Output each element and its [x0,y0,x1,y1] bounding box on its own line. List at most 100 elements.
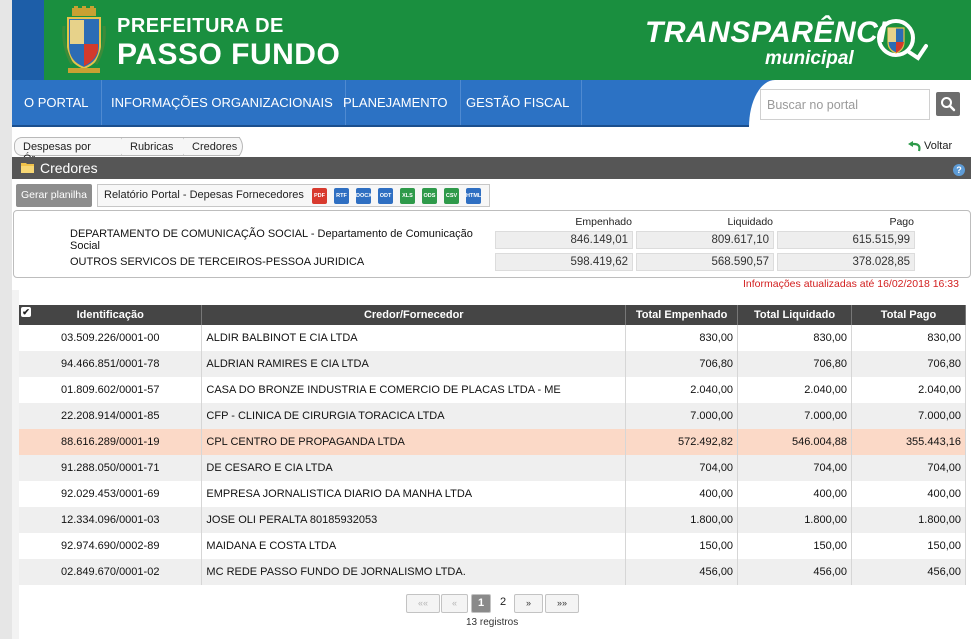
table-row[interactable]: 91.288.050/0001-71 DE CESARO E CIA LTDA … [19,455,966,481]
xls-export-icon[interactable]: XLS [400,188,415,204]
magnifier-crest-icon [877,19,928,61]
csv-export-icon[interactable]: CSV [444,188,459,204]
table-row[interactable]: 12.334.096/0001-03 JOSE OLI PERALTA 8018… [19,507,966,533]
summary-value-liquidado: 809.617,10 [636,231,774,249]
back-link[interactable]: Voltar [924,140,952,152]
cell-name: EMPRESA JORNALISTICA DIARIO DA MANHA LTD… [201,481,627,507]
back-arrow-icon[interactable] [908,141,922,153]
cell-pago: 456,00 [851,559,966,585]
left-margin-strip [0,0,12,639]
cell-empenhado: 704,00 [625,455,739,481]
nav-item-informacoes-organizacionais[interactable]: INFORMAÇÕES ORGANIZACIONAIS [99,80,346,125]
cell-liquidado: 546.004,88 [737,429,853,455]
table-row[interactable]: 01.809.602/0001-57 CASA DO BRONZE INDUST… [19,377,966,403]
summary-value-liquidado: 568.590,57 [636,253,774,271]
cell-pago: 150,00 [851,533,966,559]
summary-value-empenhado: 598.419,62 [495,253,633,271]
cell-empenhado: 1.800,00 [625,507,739,533]
pdf-export-icon[interactable]: PDF [312,188,327,204]
table-row[interactable]: 92.974.690/0002-89 MAIDANA E COSTA LTDA … [19,533,966,559]
table-row-highlighted[interactable]: 88.616.289/0001-19 CPL CENTRO DE PROPAGA… [19,429,966,455]
cell-id: 22.208.914/0001-85 [19,403,203,429]
cell-pago: 830,00 [851,325,966,351]
table-row[interactable]: 22.208.914/0001-85 CFP - CLINICA DE CIRU… [19,403,966,429]
cell-empenhado: 456,00 [625,559,739,585]
folder-icon [21,163,34,173]
pagination-next-button[interactable]: » [514,594,543,613]
summary-value-empenhado: 846.149,01 [495,231,633,249]
summary-row-label: OUTROS SERVICOS DE TERCEIROS-PESSOA JURI… [70,256,365,268]
summary-value-pago: 378.028,85 [777,253,915,271]
cell-id: 12.334.096/0001-03 [19,507,203,533]
breadcrumb-separator [239,137,243,156]
ods-export-icon[interactable]: ODS [422,188,437,204]
cell-name: ALDRIAN RAMIRES E CIA LTDA [201,351,627,377]
pagination-first-button[interactable]: «« [406,594,440,613]
breadcrumb-item-despesas[interactable]: Despesas por Ór... [14,137,122,165]
nav-item-planejamento[interactable]: PLANEJAMENTO [331,80,461,125]
cell-empenhado: 572.492,82 [625,429,739,455]
cell-empenhado: 150,00 [625,533,739,559]
docx-export-icon[interactable]: DOCX [356,188,371,204]
column-header-total-empenhado[interactable]: Total Empenhado [625,305,739,325]
pagination-prev-button[interactable]: « [441,594,468,613]
html-export-icon[interactable]: HTML [466,188,481,204]
summary-header-pago: Pago [889,216,914,228]
cell-id: 94.466.851/0001-78 [19,351,203,377]
cell-name: JOSE OLI PERALTA 80185932053 [201,507,627,533]
table-row[interactable]: 02.849.670/0001-02 MC REDE PASSO FUNDO D… [19,559,966,585]
breadcrumb-item-credores[interactable]: Credores [184,137,240,156]
summary-row-label: DEPARTAMENTO DE COMUNICAÇÃO SOCIAL - Dep… [70,228,473,252]
page: { "header": { "city_line1": "PREFEITURA … [0,0,971,639]
search-button[interactable] [936,92,960,116]
select-all-checkbox[interactable]: ✔ [21,307,31,317]
city-name-line1: PREFEITURA DE [117,15,284,37]
nav-item-gestao-fiscal[interactable]: GESTÃO FISCAL [454,80,583,125]
cell-pago: 704,00 [851,455,966,481]
pagination-page-current[interactable]: 1 [471,594,491,613]
cell-liquidado: 1.800,00 [737,507,853,533]
cell-name: CFP - CLINICA DE CIRURGIA TORACICA LTDA [201,403,627,429]
cell-id: 01.809.602/0001-57 [19,377,203,403]
cell-name: DE CESARO E CIA LTDA [201,455,627,481]
cell-id: 92.029.453/0001-69 [19,481,203,507]
nav-item-o-portal[interactable]: O PORTAL [12,80,102,125]
brand-subtitle: municipal [765,48,854,69]
cell-name: CASA DO BRONZE INDUSTRIA E COMERCIO DE P… [201,377,627,403]
cell-liquidado: 150,00 [737,533,853,559]
report-format-bar: Relatório Portal - Depesas Fornecedores … [97,184,490,207]
odt-export-icon[interactable]: ODT [378,188,393,204]
cell-name: ALDIR BALBINOT E CIA LTDA [201,325,627,351]
generate-spreadsheet-button[interactable]: Gerar planilha [16,184,92,207]
rtf-export-icon[interactable]: RTF [334,188,349,204]
column-header-total-pago[interactable]: Total Pago [851,305,966,325]
cell-name: MAIDANA E COSTA LTDA [201,533,627,559]
cell-empenhado: 830,00 [625,325,739,351]
report-label: Relatório Portal - Depesas Fornecedores [104,189,304,201]
summary-header-liquidado: Liquidado [727,216,773,228]
table-row[interactable]: 94.466.851/0001-78 ALDRIAN RAMIRES E CIA… [19,351,966,377]
pagination-last-button[interactable]: »» [545,594,579,613]
cell-liquidado: 7.000,00 [737,403,853,429]
breadcrumb-item-rubricas[interactable]: Rubricas [122,137,184,156]
cell-empenhado: 706,80 [625,351,739,377]
pagination-page-2[interactable]: 2 [494,594,512,613]
record-count: 13 registros [466,617,519,628]
search-input[interactable]: Buscar no portal [760,89,930,120]
table-row[interactable]: 03.509.226/0001-00 ALDIR BALBINOT E CIA … [19,325,966,351]
help-icon[interactable]: ? [953,164,965,176]
panel-title-bar: Credores [12,157,971,179]
cell-pago: 355.443,16 [851,429,966,455]
brand-title[interactable]: TRANSPARÊNCI [645,16,887,50]
city-crest-logo[interactable] [62,6,106,74]
table-row[interactable]: 92.029.453/0001-69 EMPRESA JORNALISTICA … [19,481,966,507]
cell-liquidado: 456,00 [737,559,853,585]
cell-liquidado: 704,00 [737,455,853,481]
column-header-total-liquidado[interactable]: Total Liquidado [737,305,853,325]
left-scroll-gutter [12,290,19,639]
cell-empenhado: 400,00 [625,481,739,507]
column-header-credor[interactable]: Credor/Fornecedor [201,305,627,325]
creditors-table: Identificação Credor/Fornecedor Total Em… [19,305,966,585]
cell-pago: 1.800,00 [851,507,966,533]
column-header-identificacao[interactable]: Identificação [19,305,203,325]
